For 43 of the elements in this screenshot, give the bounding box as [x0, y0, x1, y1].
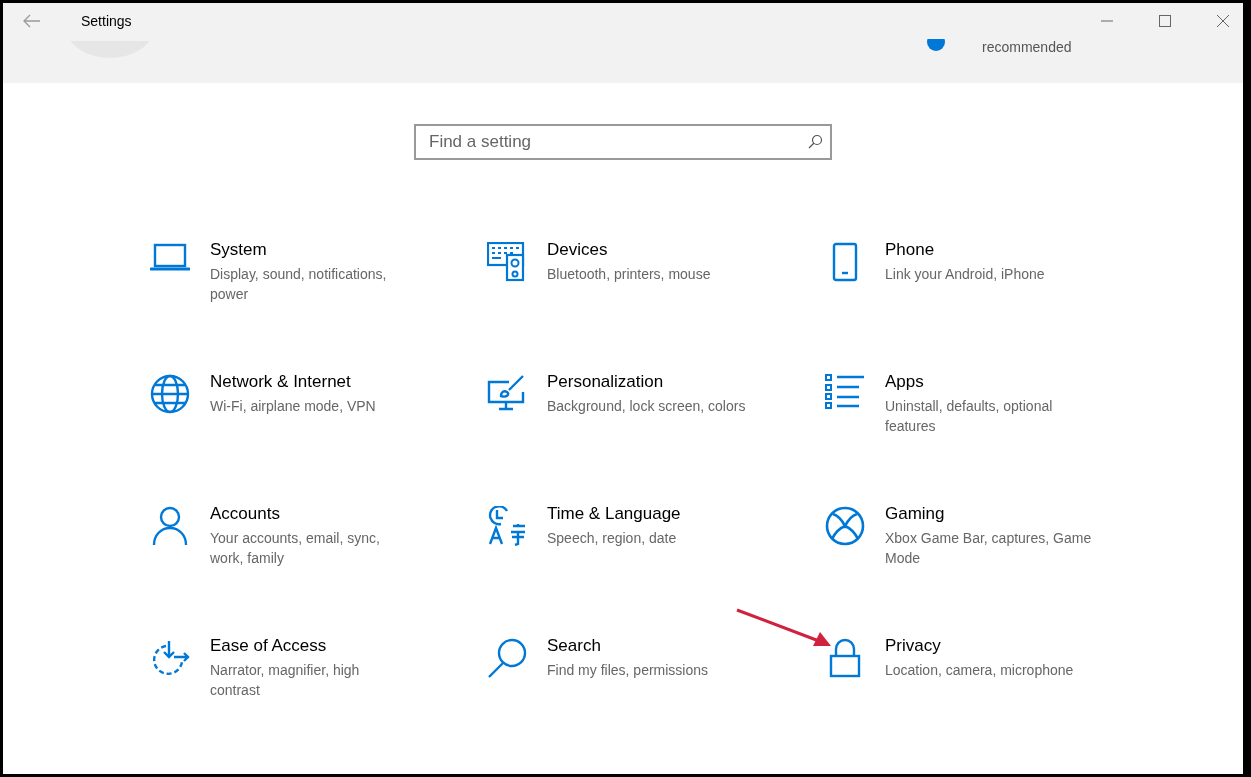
category-title[interactable]: Time & Language — [547, 504, 769, 524]
person-icon[interactable] — [152, 506, 188, 546]
category-description: Uninstall, defaults, optional features — [885, 397, 1054, 436]
category-description: Background, lock screen, colors — [547, 397, 747, 416]
list-icon[interactable] — [825, 374, 865, 410]
category-description: Narrator, magnifier, high contrast — [210, 661, 361, 700]
category-description: Find my files, permissions — [547, 661, 710, 680]
close-icon[interactable] — [1217, 15, 1229, 27]
keyboard-speaker-icon[interactable] — [487, 242, 527, 282]
category-title[interactable]: System — [210, 240, 408, 260]
globe-icon[interactable] — [150, 374, 190, 414]
padlock-icon[interactable] — [829, 638, 861, 678]
dashed-circle-arrows-icon[interactable] — [150, 638, 190, 678]
category-title[interactable]: Search — [547, 636, 769, 656]
category-description: Speech, region, date — [547, 529, 678, 548]
category-title[interactable]: Apps — [885, 372, 1097, 392]
category-title[interactable]: Devices — [547, 240, 769, 260]
search-icon — [807, 134, 823, 150]
category-title[interactable]: Accounts — [210, 504, 408, 524]
back-arrow-icon[interactable] — [23, 14, 41, 28]
category-title[interactable]: Network & Internet — [210, 372, 408, 392]
search-field[interactable]: Find a setting — [414, 124, 832, 160]
category-description: Link your Android, iPhone — [885, 265, 1046, 284]
monitor-brush-icon[interactable] — [487, 374, 527, 412]
maximize-icon[interactable] — [1159, 15, 1171, 27]
category-description: Display, sound, notifications, power — [210, 265, 388, 304]
category-description: Wi-Fi, airplane mode, VPN — [210, 397, 377, 416]
search-icon[interactable] — [487, 638, 527, 678]
status-text: recommended — [982, 39, 1072, 55]
clock-language-icon[interactable] — [487, 506, 527, 546]
category-description: Your accounts, email, sync, work, family — [210, 529, 381, 568]
xbox-icon[interactable] — [825, 506, 865, 546]
category-title[interactable]: Privacy — [885, 636, 1097, 656]
category-title[interactable]: Ease of Access — [210, 636, 408, 656]
category-description: Bluetooth, printers, mouse — [547, 265, 712, 284]
window-title: Settings — [81, 13, 132, 29]
laptop-icon[interactable] — [150, 242, 190, 272]
phone-icon[interactable] — [832, 242, 858, 282]
category-title[interactable]: Phone — [885, 240, 1097, 260]
category-description: Location, camera, microphone — [885, 661, 1075, 680]
category-title[interactable]: Gaming — [885, 504, 1097, 524]
category-title[interactable]: Personalization — [547, 372, 769, 392]
category-description: Xbox Game Bar, captures, Game Mode — [885, 529, 1093, 568]
